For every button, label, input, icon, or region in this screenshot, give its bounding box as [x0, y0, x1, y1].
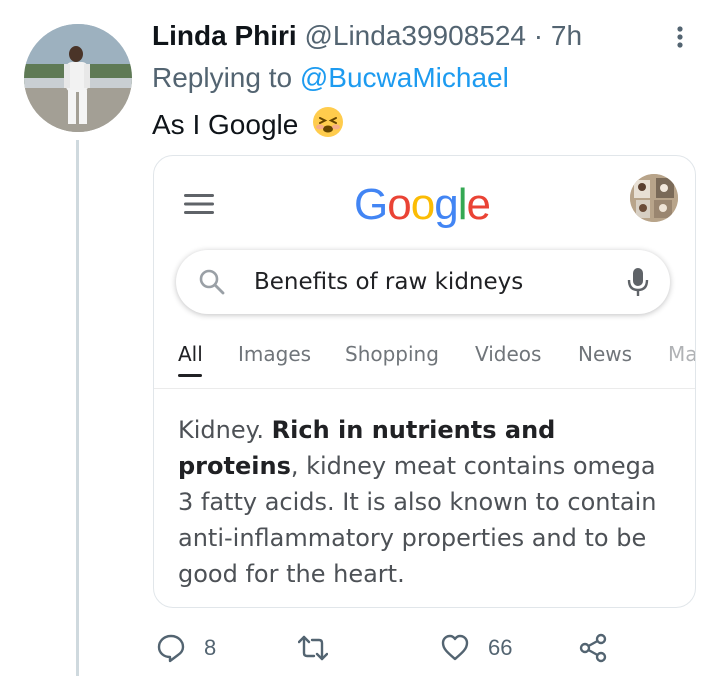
- reply-button[interactable]: 8: [156, 628, 216, 668]
- search-query[interactable]: Benefits of raw kidneys: [254, 268, 523, 296]
- like-count: 66: [488, 635, 513, 660]
- tab-videos[interactable]: Videos: [475, 342, 541, 366]
- search-bar[interactable]: Benefits of raw kidneys: [176, 250, 670, 314]
- logo-letter: G: [354, 180, 388, 229]
- google-account-avatar: [630, 174, 678, 222]
- tweet-text-body: As I Google: [152, 109, 299, 140]
- share-icon: [579, 633, 607, 663]
- avatar-photo: [24, 24, 132, 132]
- retweet-button[interactable]: [298, 628, 346, 668]
- tweet-text: As I Google: [152, 106, 344, 143]
- search-tabs: All Images Shopping Videos News Ma: [154, 332, 695, 389]
- tab-images[interactable]: Images: [238, 342, 311, 366]
- tweet-header: Linda Phiri @Linda39908524 · 7h: [152, 18, 582, 54]
- microphone-icon: [627, 268, 649, 296]
- tab-news[interactable]: News: [578, 342, 632, 366]
- confounded-face-emoji-icon: [313, 107, 344, 137]
- active-tab-indicator: [178, 374, 202, 377]
- snippet-lead: Kidney.: [178, 416, 272, 444]
- heart-icon: [441, 634, 469, 661]
- author-handle[interactable]: @Linda39908524: [304, 20, 526, 51]
- tab-all[interactable]: All: [178, 342, 203, 366]
- replying-to-line: Replying to @BucwaMichael: [152, 60, 509, 96]
- author-name[interactable]: Linda Phiri: [152, 20, 297, 51]
- logo-letter: o: [387, 180, 412, 229]
- thread-line: [76, 140, 79, 676]
- tweet-time[interactable]: 7h: [551, 20, 582, 51]
- reply-icon: [157, 634, 185, 663]
- retweet-icon: [298, 635, 328, 661]
- result-snippet: Kidney. Rich in nutrients and proteins, …: [178, 412, 678, 592]
- share-button[interactable]: [578, 628, 608, 668]
- tweet-actions: 8 66: [152, 628, 672, 668]
- logo-letter: g: [434, 180, 459, 229]
- tab-shopping[interactable]: Shopping: [345, 342, 439, 366]
- tab-maps-truncated[interactable]: Ma: [668, 342, 695, 366]
- replying-prefix: Replying to: [152, 62, 293, 93]
- replying-to-mention[interactable]: @BucwaMichael: [300, 62, 509, 93]
- menu-icon: [184, 194, 214, 214]
- like-button[interactable]: 66: [440, 628, 512, 668]
- header-separator: ·: [533, 20, 544, 51]
- more-options-icon[interactable]: [668, 22, 692, 52]
- logo-letter: e: [466, 180, 491, 229]
- reply-count: 8: [204, 635, 217, 660]
- google-logo: Google: [354, 180, 491, 230]
- author-avatar[interactable]: [24, 24, 132, 132]
- search-icon: [199, 269, 225, 295]
- account-photo: [630, 174, 678, 222]
- logo-letter: o: [410, 180, 436, 229]
- attached-image-card[interactable]: Google Benefits of raw kidneys All Image…: [153, 155, 696, 608]
